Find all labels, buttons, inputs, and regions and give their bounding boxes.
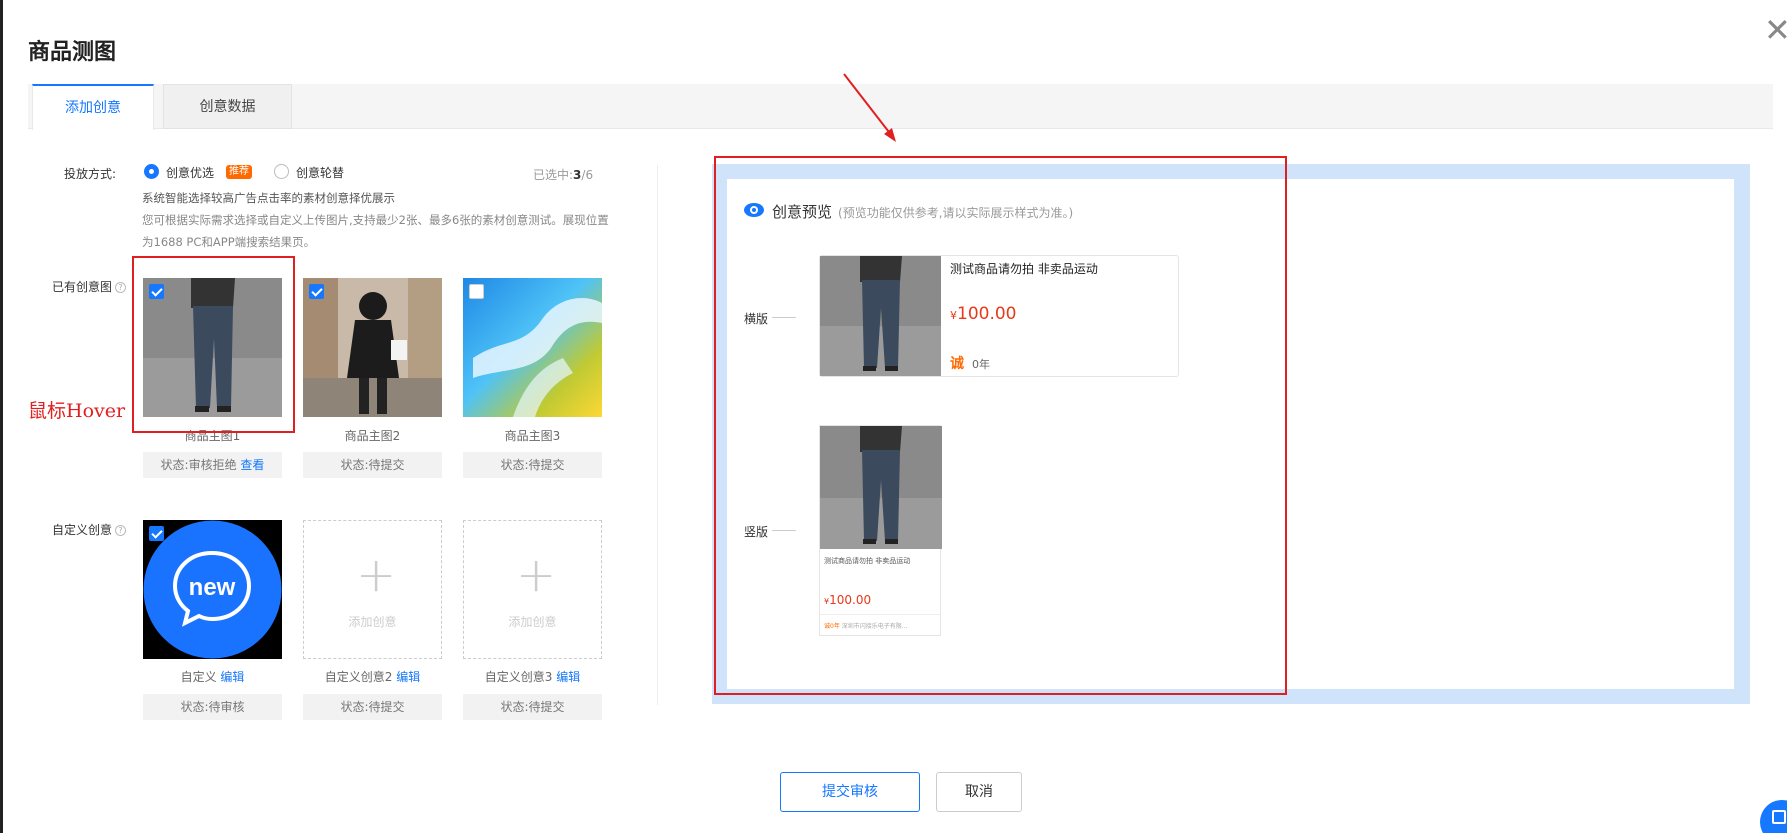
selected-count-total: /6 — [581, 168, 594, 182]
girl-photo — [303, 278, 442, 417]
custom-status-3: 状态:待提交 — [463, 694, 602, 720]
window-edge — [0, 0, 3, 833]
cheng-icon: 诚 — [950, 356, 964, 372]
company-name: 深圳市闪接乐电子有限... — [841, 623, 908, 630]
custom-image-1[interactable]: new — [143, 520, 282, 659]
vertical-price: ¥100.00 — [824, 593, 871, 607]
vertical-preview-card: 测试商品请勿拍 非卖品运动 ¥100.00 诚0年 深圳市闪接乐电子有限... — [819, 425, 942, 636]
preview-title-text: 创意预览 — [772, 203, 833, 221]
horizontal-price: ¥100.00 — [950, 304, 1016, 324]
checkbox-existing-1[interactable] — [149, 284, 164, 299]
radio-creative-rotate-label[interactable]: 创意轮替 — [296, 164, 344, 181]
vertical-product-title: 测试商品请勿拍 非卖品运动 — [824, 557, 911, 565]
new-badge-text: new — [189, 574, 236, 601]
existing-image-2[interactable] — [303, 278, 442, 417]
existing-image-1[interactable] — [143, 278, 282, 417]
custom-status-1: 状态:待审核 — [143, 694, 282, 720]
plus-icon: + — [516, 547, 557, 603]
checkbox-existing-3[interactable] — [469, 284, 484, 299]
existing-creatives-label: 已有创意图? — [52, 278, 127, 295]
horizontal-card-image — [820, 256, 941, 376]
tab-add-creative[interactable]: 添加创意 — [32, 84, 154, 130]
price-value: 100.00 — [957, 304, 1017, 324]
divider — [820, 614, 940, 615]
edit-link[interactable]: 编辑 — [556, 670, 580, 684]
add-creative-2-label: 添加创意 — [348, 615, 397, 629]
vertical-supplier: 诚0年 深圳市闪接乐电子有限... — [824, 621, 907, 630]
existing-status-2: 状态:待提交 — [303, 452, 442, 478]
cheng-icon: 诚0年 — [824, 623, 840, 630]
horizontal-preview-card: 测试商品请勿拍 非卖品运动 ¥100.00 诚 0年 — [819, 255, 1179, 377]
annotation-arrow — [843, 73, 896, 142]
add-creative-2[interactable]: + 添加创意 — [303, 520, 442, 659]
preview-title: 创意预览 (预览功能仅供参考,请以实际展示样式为准。) — [772, 201, 1073, 222]
existing-image-3[interactable] — [463, 278, 602, 417]
delivery-label: 投放方式: — [64, 167, 117, 181]
help-icon[interactable]: ? — [115, 282, 127, 293]
existing-status-1: 状态:审核拒绝 查看 — [143, 452, 282, 478]
selected-count: 已选中:3/6 — [533, 166, 593, 183]
radio-creative-optimize-label[interactable]: 创意优选 — [166, 164, 214, 181]
view-link[interactable]: 查看 — [240, 458, 264, 472]
preview-subtitle: (预览功能仅供参考,请以实际展示样式为准。) — [838, 206, 1074, 220]
close-icon[interactable]: ✕ — [1764, 14, 1787, 54]
jeans-photo — [143, 278, 282, 417]
custom-creatives-label-text: 自定义创意 — [52, 523, 113, 537]
radio-creative-optimize[interactable] — [144, 164, 159, 179]
vertical-card-image — [820, 426, 942, 549]
custom-caption-3-text: 自定义创意3 — [484, 670, 553, 684]
cancel-button[interactable]: 取消 — [936, 772, 1022, 812]
jeans-photo — [820, 426, 942, 549]
windows-wallpaper — [463, 278, 602, 417]
eye-icon — [744, 203, 764, 217]
custom-caption-2: 自定义创意2 编辑 — [303, 668, 442, 685]
radio-creative-rotate[interactable] — [274, 164, 289, 179]
help-chat-icon[interactable] — [1760, 800, 1787, 833]
cheng-years: 0年 — [972, 358, 990, 371]
help-icon[interactable]: ? — [115, 525, 127, 536]
hover-annotation-text: 鼠标Hover — [28, 400, 126, 422]
selected-count-prefix: 已选中: — [533, 168, 574, 182]
custom-caption-3: 自定义创意3 编辑 — [463, 668, 602, 685]
price-value: 100.00 — [829, 593, 872, 607]
custom-creatives-label: 自定义创意? — [52, 521, 127, 538]
checkbox-existing-2[interactable] — [309, 284, 324, 299]
custom-status-2: 状态:待提交 — [303, 694, 442, 720]
page-title: 商品测图 — [28, 40, 117, 65]
existing-caption-3: 商品主图3 — [504, 429, 561, 443]
panel-divider — [657, 165, 658, 705]
edit-link[interactable]: 编辑 — [220, 670, 244, 684]
existing-status-3: 状态:待提交 — [463, 452, 602, 478]
custom-caption-1: 自定义 编辑 — [143, 668, 282, 685]
checkbox-custom-1[interactable] — [149, 526, 164, 541]
tab-creative-data[interactable]: 创意数据 — [163, 84, 292, 129]
recommend-badge: 推荐 — [226, 165, 252, 179]
vertical-layout-label: 竖版 — [744, 525, 769, 539]
existing-creatives-label-text: 已有创意图 — [52, 280, 113, 294]
existing-status-1-text: 状态:审核拒绝 — [160, 458, 237, 472]
existing-caption-2: 商品主图2 — [344, 429, 401, 443]
add-creative-3[interactable]: + 添加创意 — [463, 520, 602, 659]
tab-bar: 添加创意 创意数据 — [28, 84, 1773, 130]
add-creative-3-label: 添加创意 — [508, 615, 557, 629]
plus-icon: + — [356, 547, 397, 603]
jeans-photo — [820, 256, 941, 376]
custom-caption-1-text: 自定义 — [180, 670, 217, 684]
edit-link[interactable]: 编辑 — [396, 670, 420, 684]
horizontal-connector — [772, 317, 796, 318]
horizontal-product-title: 测试商品请勿拍 非卖品运动 — [950, 262, 1098, 276]
delivery-note: 系统智能选择较高广告点击率的素材创意择优展示 — [142, 191, 395, 205]
custom-caption-2-text: 自定义创意2 — [324, 670, 393, 684]
delivery-note-detail: 您可根据实际需求选择或自定义上传图片,支持最少2张、最多6张的素材创意测试。展现… — [142, 213, 609, 249]
vertical-connector — [772, 530, 796, 531]
submit-review-button[interactable]: 提交审核 — [780, 772, 920, 812]
horizontal-layout-label: 横版 — [744, 312, 769, 326]
new-badge-image: new — [143, 520, 282, 659]
existing-caption-1: 商品主图1 — [184, 429, 241, 443]
currency-symbol: ¥ — [950, 309, 957, 322]
